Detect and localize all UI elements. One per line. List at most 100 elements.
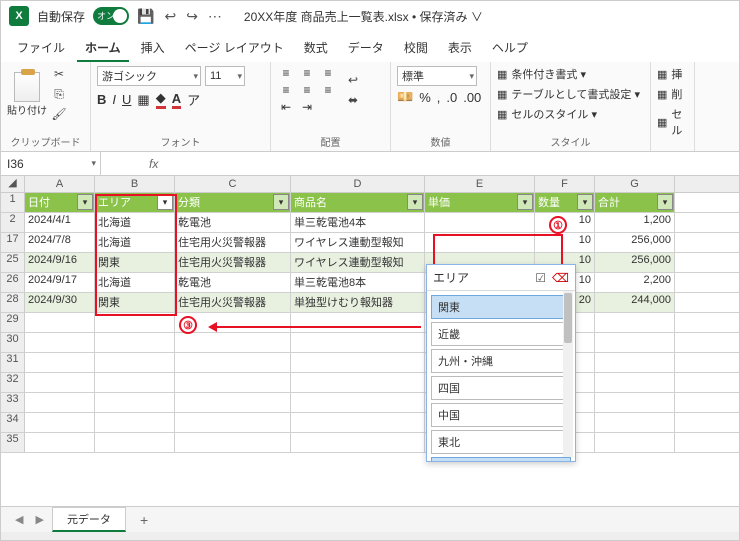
menu-view[interactable]: 表示 xyxy=(440,35,480,62)
filter-total-icon[interactable]: ▾ xyxy=(657,194,673,210)
font-color-button[interactable]: A xyxy=(172,91,181,109)
horizontal-scrollbar[interactable] xyxy=(1,532,739,540)
hdr-cat[interactable]: 分類▾ xyxy=(175,193,291,212)
filter-cat-icon[interactable]: ▾ xyxy=(273,194,289,210)
slicer-item[interactable]: 中国 xyxy=(431,403,571,427)
fill-color-button[interactable]: ◆ xyxy=(156,90,166,109)
filter-prod-icon[interactable]: ▾ xyxy=(407,194,423,210)
hdr-area[interactable]: エリア▾ xyxy=(95,193,175,212)
table-row[interactable]: 17 2024/7/8 北海道 住宅用火災警報器 ワイヤレス連動型報知 10 2… xyxy=(1,233,739,253)
row-header[interactable]: 28 xyxy=(1,293,25,312)
filter-area-icon[interactable]: ▾ xyxy=(157,194,173,210)
slicer-item[interactable]: 北海道 xyxy=(431,457,571,461)
menu-insert[interactable]: 挿入 xyxy=(133,35,173,62)
merge-icon[interactable]: ⬌ xyxy=(345,92,361,108)
autosave-toggle[interactable]: オン xyxy=(93,7,129,25)
row-header[interactable]: 2 xyxy=(1,213,25,232)
percent-icon[interactable]: % xyxy=(419,90,431,105)
font-size-combo[interactable]: 11 xyxy=(205,66,245,86)
hdr-qty[interactable]: 数量▾ xyxy=(535,193,595,212)
col-A[interactable]: A xyxy=(25,176,95,192)
filter-date-icon[interactable]: ▾ xyxy=(77,194,93,210)
table-row[interactable]: 26 2024/9/17 北海道 乾電池 単三乾電池8本 10 2,200 xyxy=(1,273,739,293)
col-F[interactable]: F xyxy=(535,176,595,192)
number-format-combo[interactable]: 標準 xyxy=(397,66,477,86)
inc-decimal-icon[interactable]: .0 xyxy=(446,90,457,105)
slicer-item[interactable]: 九州・沖縄 xyxy=(431,349,571,373)
comma-icon[interactable]: , xyxy=(437,90,441,105)
qat-more-icon[interactable]: ⋯ xyxy=(208,8,222,25)
slicer-item[interactable]: 近畿 xyxy=(431,322,571,346)
clear-filter-icon[interactable]: ⌫ xyxy=(552,271,569,285)
border-button[interactable]: ▦ xyxy=(137,92,149,108)
table-row[interactable]: 33 xyxy=(1,393,739,413)
menu-help[interactable]: ヘルプ xyxy=(484,35,536,62)
row-header[interactable]: 17 xyxy=(1,233,25,252)
hdr-date[interactable]: 日付▾ xyxy=(25,193,95,212)
italic-button[interactable]: I xyxy=(112,92,116,107)
filter-qty-icon[interactable]: ▾ xyxy=(577,194,593,210)
name-box[interactable]: I36 xyxy=(1,152,101,175)
col-D[interactable]: D xyxy=(291,176,425,192)
format-as-table-button[interactable]: ▦テーブルとして書式設定 ▾ xyxy=(497,86,644,102)
format-cells-button[interactable]: ▦ セル xyxy=(657,106,688,138)
save-icon[interactable]: 💾 xyxy=(137,8,154,25)
table-row[interactable]: 32 xyxy=(1,373,739,393)
select-all-corner[interactable]: ◢ xyxy=(1,176,25,192)
col-B[interactable]: B xyxy=(95,176,175,192)
wrap-text-icon[interactable]: ↩ xyxy=(345,72,361,88)
phonetic-button[interactable]: ア xyxy=(187,90,200,109)
row-header[interactable]: 25 xyxy=(1,253,25,272)
tab-nav-next[interactable]: ▶ xyxy=(31,513,47,526)
menu-data[interactable]: データ xyxy=(340,35,392,62)
slicer-scrollbar[interactable] xyxy=(563,291,573,457)
delete-cells-button[interactable]: ▦ 削 xyxy=(657,86,688,102)
sheet-tab[interactable]: 元データ xyxy=(52,507,126,532)
redo-icon[interactable]: ↪ xyxy=(186,8,198,25)
hdr-price[interactable]: 単価▾ xyxy=(425,193,535,212)
row-1[interactable]: 1 xyxy=(1,193,25,212)
menu-home[interactable]: ホーム xyxy=(77,35,129,62)
filter-price-icon[interactable]: ▾ xyxy=(517,194,533,210)
currency-icon[interactable]: 💴 xyxy=(397,89,413,105)
col-G[interactable]: G xyxy=(595,176,675,192)
table-row[interactable]: 30 xyxy=(1,333,739,353)
table-row[interactable]: 25 2024/9/16 関東 住宅用火災警報器 ワイヤレス連動型報知 10 2… xyxy=(1,253,739,273)
paste-button[interactable]: 貼り付け xyxy=(7,66,47,122)
dec-decimal-icon[interactable]: .00 xyxy=(463,90,481,105)
slicer-item[interactable]: 東北 xyxy=(431,430,571,454)
table-row[interactable]: 31 xyxy=(1,353,739,373)
slicer-item[interactable]: 四国 xyxy=(431,376,571,400)
menu-layout[interactable]: ページ レイアウト xyxy=(177,35,292,62)
table-row[interactable]: 2 2024/4/1 北海道 乾電池 単三乾電池4本 10 1,200 xyxy=(1,213,739,233)
cell-styles-button[interactable]: ▦セルのスタイル ▾ xyxy=(497,106,644,122)
slicer-item[interactable]: 関東 xyxy=(431,295,571,319)
align-top-icon[interactable]: ≡ xyxy=(277,66,295,80)
cut-icon[interactable]: ✂ xyxy=(51,66,67,82)
undo-icon[interactable]: ↩ xyxy=(164,8,176,25)
add-sheet-button[interactable]: + xyxy=(130,512,158,528)
table-row[interactable]: 35 xyxy=(1,433,739,453)
conditional-format-button[interactable]: ▦条件付き書式 ▾ xyxy=(497,66,644,82)
menu-formula[interactable]: 数式 xyxy=(296,35,336,62)
bold-button[interactable]: B xyxy=(97,92,106,107)
copy-icon[interactable]: ⎘ xyxy=(51,86,67,102)
col-C[interactable]: C xyxy=(175,176,291,192)
hdr-prod[interactable]: 商品名▾ xyxy=(291,193,425,212)
insert-cells-button[interactable]: ▦ 挿 xyxy=(657,66,688,82)
format-painter-icon[interactable]: 🖌 xyxy=(51,106,67,122)
font-name-combo[interactable]: 游ゴシック xyxy=(97,66,201,86)
multi-select-icon[interactable]: ☑ xyxy=(535,271,546,285)
slicer-area[interactable]: エリア ☑ ⌫ 関東近畿九州・沖縄四国中国東北北海道北陸・東海 xyxy=(426,264,576,462)
menu-review[interactable]: 校閲 xyxy=(396,35,436,62)
fx-icon[interactable]: fx xyxy=(141,157,166,171)
col-E[interactable]: E xyxy=(425,176,535,192)
table-row[interactable]: 28 2024/9/30 関東 住宅用火災警報器 単独型けむり報知器 20 24… xyxy=(1,293,739,313)
table-row[interactable]: 34 xyxy=(1,413,739,433)
filename[interactable]: 20XX年度 商品売上一覧表.xlsx • 保存済み ∨ xyxy=(244,8,483,25)
menu-file[interactable]: ファイル xyxy=(9,35,73,62)
underline-button[interactable]: U xyxy=(122,92,131,107)
hdr-total[interactable]: 合計▾ xyxy=(595,193,675,212)
table-row[interactable]: 29 xyxy=(1,313,739,333)
row-header[interactable]: 26 xyxy=(1,273,25,292)
